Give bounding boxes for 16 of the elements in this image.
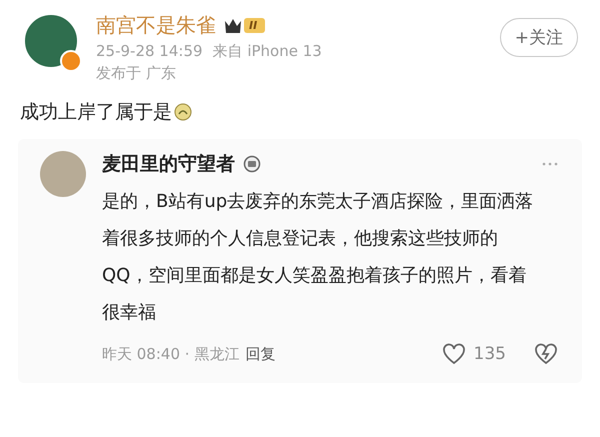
heart-icon[interactable]	[442, 343, 466, 365]
comment-text: 是的，B站有up去废弃的东莞太子酒店探险，里面洒落着很多技师的个人信息登记表，他搜索这些技师的QQ，空间里面都是女人笑盈盈抱着孩子的照片，看着很幸福	[102, 190, 534, 325]
comment-meta: 昨天 08:40 · 黑龙江	[102, 344, 240, 364]
crown-icon	[224, 18, 242, 34]
commenter-name[interactable]: 麦田里的守望者	[102, 151, 235, 177]
emoji-icon	[174, 103, 192, 121]
like-count: 135	[474, 344, 506, 364]
post-location: 发布于 广东	[96, 64, 177, 83]
post-text: 成功上岸了属于是	[20, 100, 172, 125]
broken-heart-icon[interactable]	[534, 343, 558, 365]
follow-button[interactable]: +关注	[500, 18, 578, 57]
post-source: 来自 iPhone 13	[212, 42, 322, 61]
level-badge: II	[244, 18, 266, 33]
post-time: 25-9-28 14:59	[96, 42, 203, 61]
member-badge-icon	[243, 155, 261, 173]
reply-link[interactable]: 回复	[245, 344, 276, 364]
